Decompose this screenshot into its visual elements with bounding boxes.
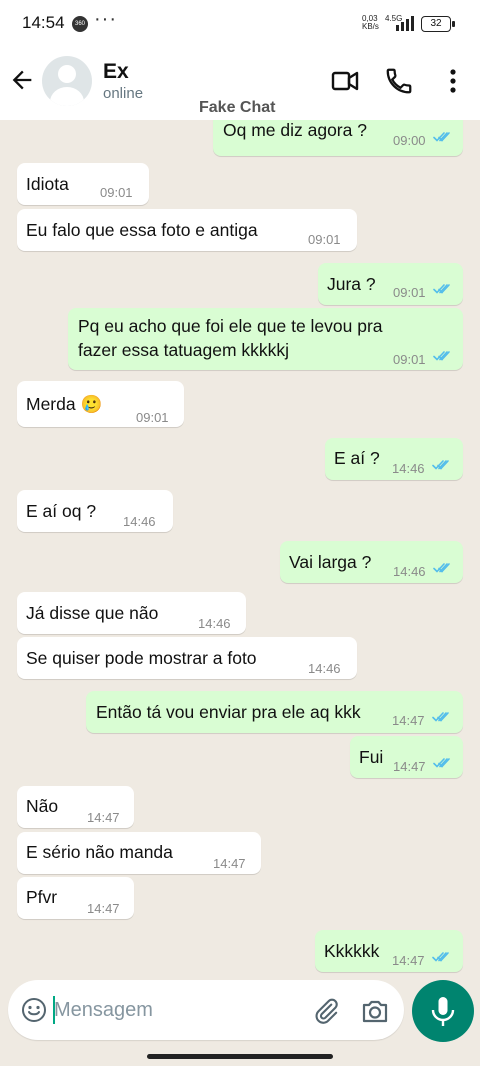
outgoing-message[interactable]: Kkkkkk 14:47 (315, 930, 463, 972)
message-text: Não (26, 796, 59, 816)
avatar[interactable] (42, 56, 92, 106)
message-time: 14:47 (392, 953, 425, 968)
outgoing-message[interactable]: Então tá vou enviar pra ele aq kkk 14:47 (86, 691, 463, 733)
outgoing-message[interactable]: Oq me diz agora ? 09:00 (213, 120, 463, 156)
message-time: 09:01 (393, 285, 426, 300)
message-time: 14:47 (87, 901, 120, 916)
message-text: Idiota (26, 174, 69, 194)
message-text: Se quiser pode mostrar a foto (26, 648, 257, 668)
message-time: 09:01 (393, 352, 426, 367)
message-time: 14:47 (213, 856, 246, 871)
camera-icon[interactable] (360, 997, 390, 1025)
contact-name[interactable]: Ex (103, 60, 129, 84)
message-text: Fui (359, 747, 384, 767)
read-receipt-icon (432, 712, 449, 722)
message-text: Oq me diz agora ? (223, 120, 367, 140)
message-input-box[interactable]: Mensagem (8, 980, 404, 1040)
signal-icon (396, 16, 414, 31)
incoming-message[interactable]: Não 14:47 (17, 786, 134, 828)
incoming-message[interactable]: Já disse que não 14:46 (17, 592, 246, 634)
message-text: Eu falo que essa foto e antiga (26, 220, 258, 240)
read-receipt-icon (433, 351, 450, 361)
message-text: Já disse que não (26, 603, 159, 623)
message-time: 14:46 (392, 461, 425, 476)
more-options-icon[interactable] (438, 66, 468, 96)
composer: Mensagem (0, 978, 480, 1066)
outgoing-message[interactable]: Fui 14:47 (350, 736, 463, 778)
message-time: 09:01 (308, 232, 341, 247)
mic-button[interactable] (412, 980, 474, 1042)
notification-icon: 360 (72, 16, 88, 32)
message-text: E aí oq ? (26, 501, 97, 521)
message-text: Pq eu acho que foi ele que te levou pra … (78, 316, 383, 360)
read-receipt-icon (432, 460, 449, 470)
outgoing-message[interactable]: Vai larga ? 14:46 (280, 541, 463, 583)
video-call-icon[interactable] (330, 66, 360, 96)
voice-call-icon[interactable] (384, 66, 414, 96)
read-receipt-icon (433, 284, 450, 294)
message-text: Pfvr (26, 887, 58, 907)
gesture-bar (147, 1054, 333, 1059)
read-receipt-icon (432, 952, 449, 962)
emoji-icon[interactable] (21, 997, 47, 1023)
outgoing-message[interactable]: Jura ? 09:01 (318, 263, 463, 305)
incoming-message[interactable]: Idiota 09:01 (17, 163, 149, 205)
message-text: Merda 🥲 (26, 394, 103, 414)
message-time: 14:47 (87, 810, 120, 825)
message-time: 14:46 (198, 616, 231, 631)
message-time: 09:01 (100, 185, 133, 200)
read-receipt-icon (433, 132, 450, 142)
message-text: E sério não manda (26, 842, 173, 862)
contact-status: online (103, 85, 144, 102)
mic-icon (431, 997, 455, 1026)
outgoing-message[interactable]: E aí ? 14:46 (325, 438, 463, 480)
status-time: 14:54 (22, 13, 65, 32)
more-notifications-icon: ··· (94, 8, 117, 30)
message-time: 09:00 (393, 133, 426, 148)
message-time: 09:01 (136, 410, 169, 425)
read-receipt-icon (433, 758, 450, 768)
message-time: 14:47 (393, 759, 426, 774)
battery-icon: 32 (421, 16, 455, 32)
message-time: 14:46 (123, 514, 156, 529)
incoming-message[interactable]: Eu falo que essa foto e antiga 09:01 (17, 209, 357, 251)
message-text: Kkkkkk (324, 941, 380, 961)
message-text: Então tá vou enviar pra ele aq kkk (96, 702, 361, 722)
message-time: 14:46 (393, 564, 426, 579)
incoming-message[interactable]: E aí oq ? 14:46 (17, 490, 173, 532)
chat-header: Ex online Fake Chat (0, 46, 480, 120)
message-text: Jura ? (327, 274, 376, 294)
message-time: 14:47 (392, 713, 425, 728)
attach-icon[interactable] (312, 997, 340, 1025)
net-speed: 0,03 KB/s (362, 15, 379, 31)
incoming-message[interactable]: Merda 🥲 09:01 (17, 381, 184, 427)
incoming-message[interactable]: E sério não manda 14:47 (17, 832, 261, 874)
status-bar: 14:54 360 ··· 0,03 KB/s 4.5G 32 (0, 0, 480, 46)
message-input[interactable]: Mensagem (54, 999, 153, 1022)
message-text: E aí ? (334, 448, 380, 468)
incoming-message[interactable]: Se quiser pode mostrar a foto 14:46 (17, 637, 357, 679)
message-list[interactable]: Oq me diz agora ? 09:00 Idiota 09:01 Eu falo… (0, 120, 480, 978)
message-time: 14:46 (308, 661, 341, 676)
back-arrow-icon[interactable] (8, 66, 36, 94)
message-text: Vai larga ? (289, 552, 372, 572)
net-speed-unit: KB/s (362, 22, 379, 31)
watermark-label: Fake Chat (199, 99, 276, 116)
outgoing-message[interactable]: Pq eu acho que foi ele que te levou pra … (68, 308, 463, 370)
read-receipt-icon (433, 563, 450, 573)
incoming-message[interactable]: Pfvr 14:47 (17, 877, 134, 919)
